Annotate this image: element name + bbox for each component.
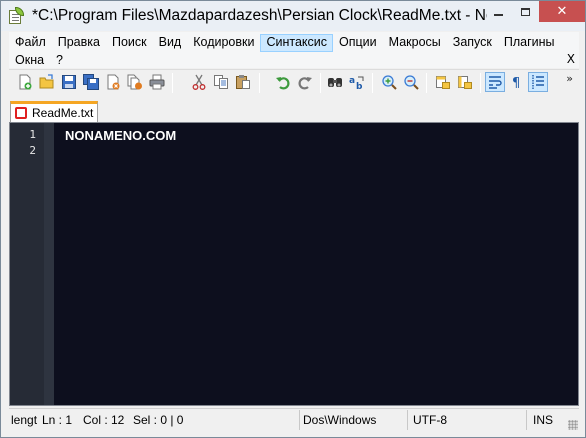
menu-edit[interactable]: Правка (52, 34, 106, 52)
close-all-icon[interactable] (127, 74, 143, 90)
print-icon[interactable] (149, 74, 165, 90)
new-file-icon[interactable] (17, 74, 33, 90)
menu-encoding[interactable]: Кодировки (187, 34, 260, 52)
notepad-plus-plus-window: *C:\Program Files\Mazdapardazesh\Persian… (0, 0, 586, 438)
fold-margin[interactable] (44, 123, 54, 405)
minimize-icon (494, 13, 503, 16)
status-selection: Sel : 0 | 0 (133, 413, 184, 427)
window-title: *C:\Program Files\Mazdapardazesh\Persian… (32, 7, 487, 24)
menu-view[interactable]: Вид (153, 34, 188, 52)
tab-readme[interactable]: ReadMe.txt (10, 101, 98, 122)
status-insert-mode[interactable]: INS (533, 413, 553, 427)
tab-bar: ReadMe.txt (9, 98, 579, 122)
status-separator (299, 410, 300, 430)
status-separator (407, 410, 408, 430)
zoom-in-icon[interactable] (381, 74, 397, 90)
line-number: 2 (29, 144, 36, 157)
replace-icon[interactable]: ab (349, 74, 365, 90)
line-number-gutter: 1 2 (10, 123, 44, 405)
status-encoding[interactable]: UTF-8 (413, 413, 447, 427)
code-line[interactable]: NONAMENO.COM (65, 128, 176, 143)
editor-area[interactable]: 1 2 NONAMENO.COM (9, 122, 579, 406)
tab-label: ReadMe.txt (32, 106, 94, 120)
svg-text:¶: ¶ (512, 76, 520, 90)
menu-row-1: Файл Правка Поиск Вид Кодировки Синтакси… (9, 34, 561, 52)
toolbar-separator (320, 73, 321, 93)
status-line: Ln : 1 (42, 413, 73, 427)
status-bar: lengt Ln : 1 Col : 12 Sel : 0 | 0 Dos\Wi… (9, 408, 579, 431)
notepad-plus-plus-app-icon[interactable] (8, 7, 24, 24)
maximize-icon (521, 7, 530, 16)
cut-icon[interactable] (191, 74, 207, 90)
close-file-icon[interactable] (105, 74, 121, 90)
find-icon[interactable] (327, 74, 343, 90)
toolbar-separator (372, 73, 373, 93)
sync-vertical-icon[interactable] (435, 74, 451, 90)
indent-guide-icon[interactable] (528, 72, 548, 92)
copy-icon[interactable] (213, 74, 229, 90)
line-number: 1 (29, 128, 36, 141)
toolbar-separator (480, 73, 481, 93)
redo-icon[interactable] (297, 74, 313, 90)
menu-settings[interactable]: Опции (333, 34, 383, 52)
minimize-button[interactable] (485, 1, 512, 22)
status-column: Col : 12 (83, 413, 125, 427)
svg-text:a: a (349, 76, 355, 86)
menu-window[interactable]: Окна (9, 52, 50, 70)
menu-macro[interactable]: Макросы (383, 34, 447, 52)
resize-grip-icon[interactable] (568, 420, 578, 430)
open-file-icon[interactable] (39, 74, 55, 90)
toolbar-separator (426, 73, 427, 93)
toolbar: ab ¶ » (9, 69, 579, 97)
zoom-out-icon[interactable] (403, 74, 419, 90)
close-icon: ✕ (556, 4, 568, 19)
paste-icon[interactable] (235, 74, 251, 90)
word-wrap-icon[interactable] (485, 72, 505, 92)
status-eol-format[interactable]: Dos\Windows (303, 413, 376, 427)
menu-search[interactable]: Поиск (106, 34, 153, 52)
svg-text:b: b (356, 82, 363, 90)
status-separator (526, 410, 527, 430)
unsaved-file-icon (15, 107, 27, 119)
undo-icon[interactable] (275, 74, 291, 90)
save-icon[interactable] (61, 74, 77, 90)
toolbar-separator (259, 73, 260, 93)
toolbar-separator (172, 73, 173, 93)
menu-plugins[interactable]: Плагины (498, 34, 561, 52)
toolbar-overflow-chevron-icon[interactable]: » (566, 72, 573, 85)
status-length: lengt (11, 413, 38, 427)
menu-bar: Файл Правка Поиск Вид Кодировки Синтакси… (9, 32, 579, 68)
menu-run[interactable]: Запуск (447, 34, 498, 52)
sync-horizontal-icon[interactable] (457, 74, 473, 90)
title-bar[interactable]: *C:\Program Files\Mazdapardazesh\Persian… (1, 1, 585, 31)
close-document-button[interactable]: X (567, 52, 575, 66)
close-button[interactable]: ✕ (539, 1, 585, 22)
menu-file[interactable]: Файл (9, 34, 52, 52)
menu-language[interactable]: Синтаксис (260, 34, 334, 52)
menu-row-2: Окна ? (9, 52, 69, 70)
window-controls: ✕ (485, 1, 585, 22)
show-all-chars-icon[interactable]: ¶ (509, 74, 525, 90)
maximize-button[interactable] (512, 1, 539, 22)
save-all-icon[interactable] (83, 74, 99, 90)
menu-help[interactable]: ? (50, 52, 69, 70)
